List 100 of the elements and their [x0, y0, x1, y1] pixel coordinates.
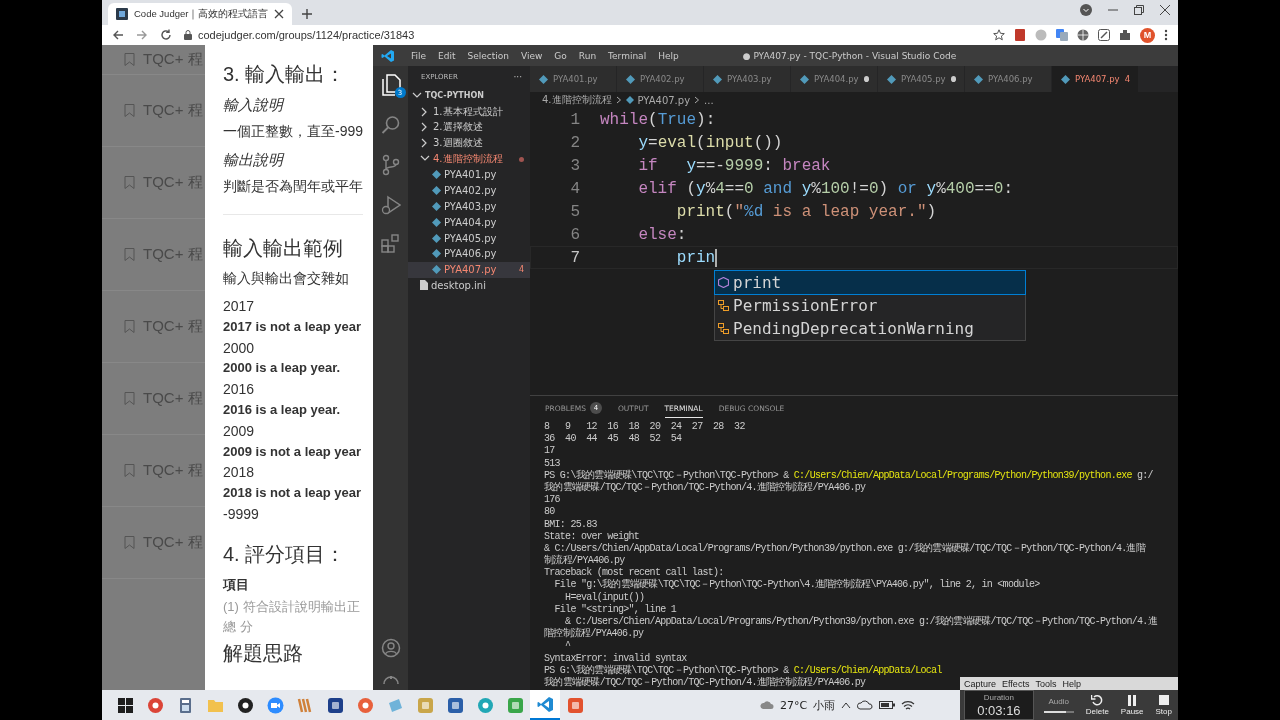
code-line: elif (y%4==0 and y%100!=0) or y%400==0: [637, 179, 1013, 198]
globe-icon[interactable] [1077, 29, 1089, 41]
battery-icon[interactable] [879, 700, 896, 710]
explorer-entry[interactable]: PYA401.py [408, 167, 530, 183]
explorer-folder[interactable]: 4.進階控制流程 [408, 151, 530, 167]
python-file-icon [626, 74, 635, 84]
menu-item[interactable]: Help [652, 50, 685, 61]
terminal-line: ^ [564, 640, 571, 653]
round-app-icon[interactable] [236, 696, 254, 714]
breadcrumb-item[interactable]: PYA407.py [637, 94, 691, 106]
subheading: 輸出說明 [223, 151, 283, 170]
windows-logo-icon[interactable] [116, 696, 134, 714]
editor-tab[interactable]: PYA406.py [965, 66, 1052, 92]
menu-item[interactable]: Go [548, 50, 573, 61]
menu-item[interactable]: Effects [1002, 678, 1030, 689]
code-editor-icon[interactable] [536, 695, 554, 713]
menu-item[interactable]: Terminal [602, 50, 653, 61]
book-icon[interactable] [1014, 29, 1026, 41]
profile-avatar[interactable]: M [1140, 27, 1155, 43]
editor-tab[interactable]: PYA407.py 4 [1052, 66, 1139, 92]
editor-tab[interactable]: PYA401.py [530, 66, 617, 92]
run-debug-icon[interactable] [380, 195, 401, 215]
forward-icon[interactable] [136, 29, 148, 41]
menu-item[interactable]: Capture [964, 678, 997, 689]
explorer-entry[interactable]: PYA407.py 4 [408, 261, 530, 278]
source-control-icon[interactable] [380, 154, 401, 176]
paragraph: 一個正整數，直至-999 [223, 123, 364, 141]
python-file-icon [1061, 74, 1070, 84]
reload-icon[interactable] [160, 29, 172, 41]
editor-tab[interactable]: PYA402.py [617, 66, 704, 92]
browser-tab[interactable]: Code Judger｜高效的程式語言 [108, 3, 293, 25]
terminal-line: 36 40 44 45 48 52 54 [544, 433, 682, 446]
code-line: while(True): [600, 110, 716, 129]
down-circle-icon[interactable] [1080, 4, 1092, 16]
explorer-folder[interactable]: 2.選擇敘述 [408, 119, 530, 136]
menu-item[interactable]: Tools [1035, 678, 1057, 689]
editor-tab[interactable]: PYA403.py [704, 66, 791, 92]
more-actions-button[interactable]: ··· [513, 72, 522, 82]
address-field[interactable]: codejudger.com/groups/1124/practice/31843 [198, 29, 415, 41]
python-file-icon [625, 96, 634, 104]
explorer-folder[interactable]: 1.基本程式設計 [408, 103, 530, 120]
menu-icon[interactable] [1164, 29, 1168, 41]
terminal-line: File "<string>", line 1 [553, 603, 677, 616]
class-icon [718, 300, 729, 311]
suggestion-item[interactable]: print [715, 271, 1025, 294]
suggestion-item[interactable]: PendingDeprecationWarning [715, 317, 1025, 340]
editor-tab[interactable]: PYA404.py [791, 66, 878, 92]
puzzle-icon[interactable] [1119, 29, 1131, 41]
translate-icon[interactable] [1056, 29, 1068, 41]
cloud-icon[interactable] [857, 700, 874, 710]
explorer-entry[interactable]: PYA403.py [408, 198, 530, 215]
explorer-entry[interactable]: PYA405.py [408, 230, 530, 246]
terminal-line: 17 [544, 445, 555, 458]
explorer-entry[interactable]: PYA404.py [408, 214, 530, 231]
files-icon[interactable] [380, 74, 401, 96]
close-icon[interactable] [1160, 5, 1170, 15]
recorder-button[interactable]: Stop [1153, 694, 1174, 716]
breadcrumb-item[interactable]: ... [704, 94, 714, 106]
suggestion-item[interactable]: PermissionError [715, 294, 1025, 317]
menu-item[interactable]: Help [1062, 678, 1081, 689]
chevron-up-icon[interactable] [841, 701, 852, 709]
section-heading: 解題思路 [223, 640, 303, 666]
table-header: 項目 [223, 575, 249, 594]
new-tab-icon[interactable] [302, 9, 313, 19]
square-app-icon[interactable] [326, 696, 344, 714]
account-icon[interactable] [380, 638, 401, 658]
python-file-icon [713, 74, 722, 84]
search-icon[interactable] [380, 115, 401, 135]
extensions-icon[interactable] [380, 234, 401, 254]
menu-item[interactable]: File [405, 50, 433, 61]
menu-item[interactable]: Selection [461, 50, 515, 61]
bookmark-icon [124, 464, 135, 477]
wifi-icon[interactable] [901, 699, 916, 711]
restore-icon[interactable] [1134, 5, 1144, 15]
explorer-folder[interactable]: 3.迴圈敘述 [408, 135, 530, 152]
menu-item[interactable]: View [515, 50, 549, 61]
explorer-folder[interactable]: TQC-PYTHON [408, 88, 530, 104]
breadcrumb-item[interactable]: 4.進階控制流程 [542, 93, 612, 107]
close-icon[interactable] [274, 9, 285, 19]
menu-item[interactable]: Run [572, 50, 603, 61]
editor-tab[interactable]: PYA405.py [878, 66, 965, 92]
example-value-text: 2000 [223, 339, 255, 358]
duration-value: 0:03:16 [977, 702, 1021, 718]
back-icon[interactable] [112, 29, 124, 41]
chevron-right-icon [615, 96, 622, 104]
menu-item[interactable]: Edit [432, 50, 462, 61]
edit-icon[interactable] [1098, 29, 1110, 41]
square-app-icon[interactable] [446, 696, 464, 714]
recorder-button[interactable]: Pause [1118, 694, 1146, 716]
video-camera-icon[interactable] [266, 696, 284, 714]
explorer-entry[interactable]: PYA402.py [408, 182, 530, 199]
star-icon[interactable] [993, 29, 1005, 41]
subheading: 輸入說明 [223, 96, 283, 115]
explorer-entry[interactable]: PYA406.py [408, 245, 530, 262]
example-result-text: 2000 is a leap year. [223, 360, 341, 378]
terminal-line: State: over weight [544, 530, 640, 543]
paragraph: 輸入與輸出會交雜如 [223, 270, 349, 288]
explorer-entry[interactable]: desktop.ini [408, 277, 530, 294]
line-number: 4 [569, 179, 580, 198]
recorder-button[interactable]: Delete [1083, 694, 1111, 716]
